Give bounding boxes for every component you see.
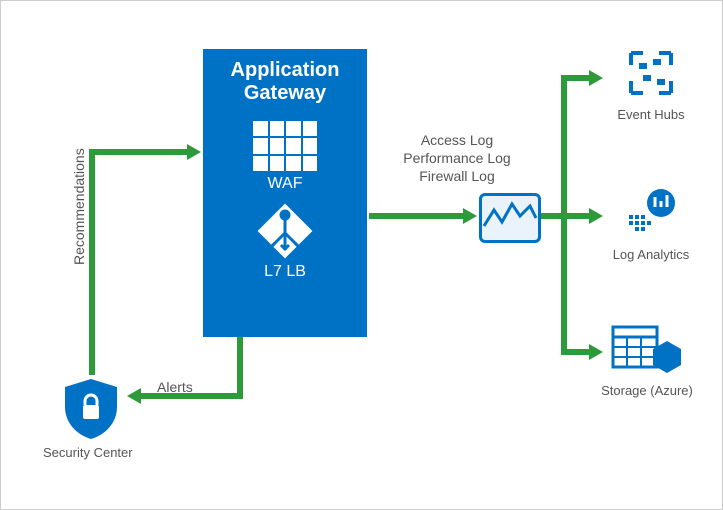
security-center-label: Security Center <box>43 445 121 460</box>
arrow-to-loganalytics <box>561 213 591 219</box>
storage-node: Storage (Azure) <box>587 321 707 398</box>
arrow-alerts-head <box>127 388 141 404</box>
arrow-to-monitor-head <box>463 208 477 224</box>
arrow-recommendations-head <box>187 144 201 160</box>
firewall-icon <box>253 121 317 171</box>
storage-icon <box>611 321 683 377</box>
appgw-title-line2: Gateway <box>203 82 367 105</box>
shield-icon <box>63 377 119 441</box>
logs-label: Access Log Performance Log Firewall Log <box>387 131 527 186</box>
load-balancer-icon <box>257 203 313 259</box>
architecture-diagram: Application Gateway WAF L7 LB <box>0 0 723 510</box>
l7-label: L7 LB <box>203 263 367 281</box>
event-hubs-icon <box>623 45 679 101</box>
event-hubs-node: Event Hubs <box>591 45 711 122</box>
log-access: Access Log <box>387 131 527 149</box>
arrow-alerts-v <box>237 337 243 399</box>
log-analytics-label: Log Analytics <box>591 247 711 262</box>
waf-label: WAF <box>203 175 367 193</box>
alerts-label: Alerts <box>157 379 193 395</box>
arrow-to-eventhubs <box>561 75 591 81</box>
arrow-to-monitor <box>369 213 465 219</box>
log-performance: Performance Log <box>387 149 527 167</box>
security-center-node: Security Center <box>61 377 121 460</box>
log-firewall: Firewall Log <box>387 167 527 185</box>
log-analytics-icon <box>623 185 679 241</box>
recommendations-label: Recommendations <box>71 148 87 265</box>
monitor-icon <box>479 193 541 243</box>
arrow-recommendations-h <box>89 149 189 155</box>
appgw-title-line1: Application <box>203 59 367 82</box>
log-analytics-node: Log Analytics <box>591 185 711 262</box>
arrow-recommendations-v <box>89 149 95 375</box>
event-hubs-label: Event Hubs <box>591 107 711 122</box>
storage-label: Storage (Azure) <box>587 383 707 398</box>
application-gateway-box: Application Gateway WAF L7 LB <box>203 49 367 337</box>
